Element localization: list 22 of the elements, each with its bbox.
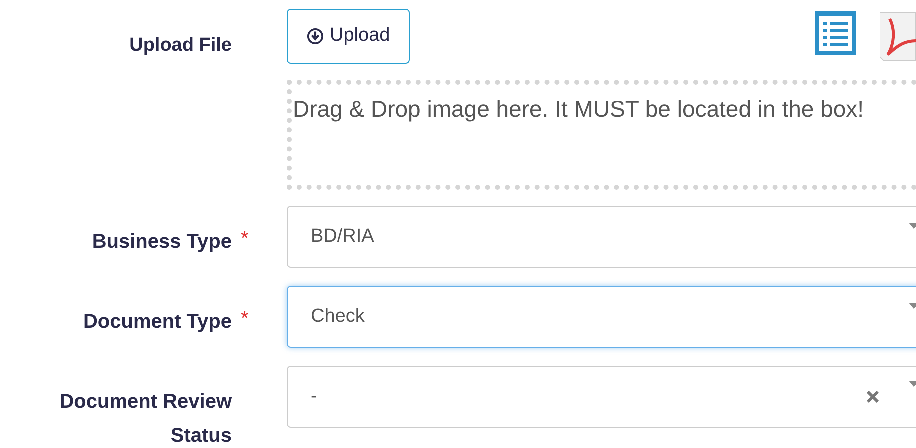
select-field[interactable]: BD/RIA xyxy=(287,206,916,268)
drop-zone-text: Drag & Drop image here. It MUST be located in the box! xyxy=(293,95,866,124)
caret-icon xyxy=(909,303,916,309)
field-label: Business Type xyxy=(92,230,232,255)
clear-icon[interactable] xyxy=(867,391,879,403)
field-label: Document Review Status xyxy=(58,390,232,448)
caret-icon xyxy=(909,381,916,387)
download-icon xyxy=(307,28,324,45)
field-label: Document Type xyxy=(83,310,232,335)
pdf-icon[interactable] xyxy=(880,11,916,61)
drop-zone[interactable]: Drag & Drop image here. It MUST be located in the box! xyxy=(287,80,916,190)
required-marker: * xyxy=(241,228,249,250)
select-value: Check xyxy=(311,304,366,329)
select-value: - xyxy=(311,384,318,409)
list-icon[interactable] xyxy=(815,11,856,55)
required-marker: * xyxy=(241,308,249,330)
select-field[interactable]: Check xyxy=(287,286,916,348)
upload-button[interactable]: Upload xyxy=(287,9,410,64)
field-label: Upload File xyxy=(130,34,232,58)
caret-icon xyxy=(909,223,916,229)
select-field[interactable]: - xyxy=(287,366,916,428)
select-value: BD/RIA xyxy=(311,224,376,249)
